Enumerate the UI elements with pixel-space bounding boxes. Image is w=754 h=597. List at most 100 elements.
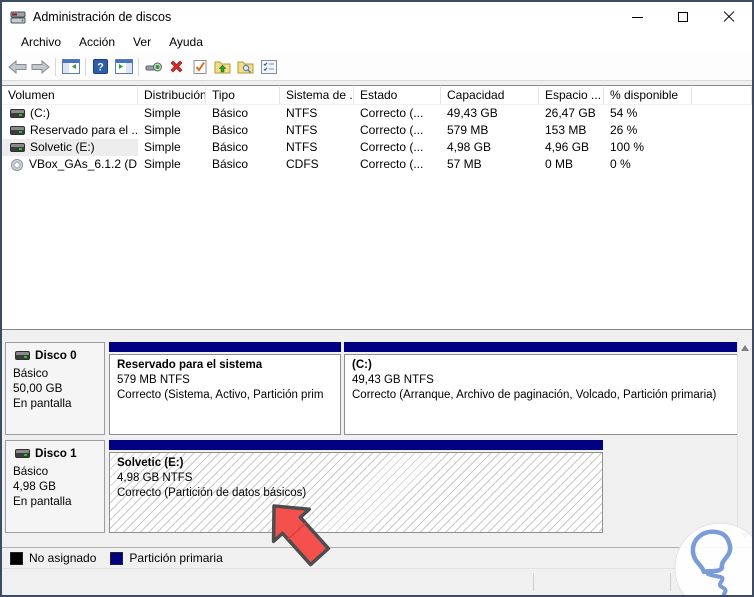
legend-swatch [110,551,124,565]
column-header[interactable]: Volumen [2,86,138,104]
close-button[interactable] [706,2,752,32]
volume-cell: 579 MB [447,123,489,137]
toolbar: ? [2,53,752,81]
volume-list-pane: Volumen Distribución Tipo Sistema de ... Est… [2,85,752,330]
volume-row[interactable]: Reservado para el ... Simple Básico NTFS Cor… [2,122,752,139]
partition-status: Correcto (Arranque, Archivo de paginació… [352,389,717,401]
volume-cell: 4,96 GB [545,140,590,154]
volume-cell: Correcto (... [360,140,424,154]
column-header[interactable]: Distribución [138,86,206,104]
partition-box[interactable]: Solvetic (E:) 4,98 GB NTFS Correcto (Parti… [109,452,603,533]
partition[interactable]: Reservado para el sistema 579 MB NTFS Corr… [109,342,341,435]
column-header[interactable]: Tipo [206,86,280,104]
partition-box[interactable]: (C:) 49,43 GB NTFS Correcto (Arranque, Arc… [344,354,739,435]
column-header[interactable]: % disponible [604,86,692,104]
column-header[interactable]: Sistema de ... [280,86,354,104]
hard-disk-icon [10,109,25,118]
checklist-icon [260,59,277,74]
hard-disk-icon [10,143,25,152]
menu-item-ver[interactable]: Ver [124,33,160,52]
show-console-tree-button[interactable] [59,56,82,78]
open-folder-button[interactable] [211,56,234,78]
volume-cell: NTFS [286,106,318,120]
legend-label: Partición primaria [129,551,223,565]
disk-band: Solvetic (E:) 4,98 GB NTFS Correcto (Parti… [109,440,606,533]
toolbar-separator [55,57,56,76]
status-bar [2,568,752,595]
toolbar-separator [138,57,139,76]
forward-button[interactable] [29,56,52,78]
disk-management-window: Administración de discos Archivo Acción Ve… [0,0,754,597]
partition-status: Correcto (Partición de datos básicos) [117,487,307,499]
view-options-button[interactable] [257,56,280,78]
legend-label: No asignado [29,551,97,565]
volume-cell: Simple [144,157,181,171]
scan-disks-button[interactable] [142,56,165,78]
folder-search-icon [237,61,254,74]
partition-title: Solvetic (E:) [117,457,184,469]
hard-disk-icon [15,449,30,458]
disk-row: Disco 0 Básico 50,00 GB En pantalla Reservad… [5,342,739,435]
partition-size: 579 MB NTFS [117,374,190,386]
folder-up-icon [214,61,231,74]
show-action-pane-button[interactable] [112,56,135,78]
hard-disk-icon [15,351,30,360]
volume-row[interactable]: (C:) Simple Básico NTFS Correcto (... 49,43 G… [2,105,752,122]
volume-cell: CDFS [286,157,319,171]
volume-name-cell: Reservado para el ... [2,122,138,139]
statusbar-divider [533,573,534,591]
statusbar-divider [670,573,671,591]
explore-folder-button[interactable] [234,56,257,78]
hard-disk-icon [10,126,25,135]
volume-cell: Correcto (... [360,106,424,120]
minimize-button[interactable] [614,2,660,32]
scroll-down-icon[interactable] [741,533,749,539]
cd-drive-icon [11,158,23,171]
volume-cell: 4,98 GB [447,140,492,154]
column-header[interactable]: Capacidad [441,86,539,104]
menu-item-archivo[interactable]: Archivo [12,33,70,52]
close-icon [723,11,735,23]
menu-item-ayuda[interactable]: Ayuda [160,33,212,52]
partition[interactable]: Solvetic (E:) 4,98 GB NTFS Correcto (Parti… [109,440,603,533]
volume-row[interactable]: VBox_GAs_6.1.2 (D:) Simple Básico CDFS Corre… [2,156,752,173]
back-button[interactable] [6,56,29,78]
maximize-button[interactable] [660,2,706,32]
partition-title: (C:) [352,359,372,371]
disk-row: Disco 1 Básico 4,98 GB En pantalla Solvetic … [5,440,734,533]
volume-cell: Básico [212,157,249,171]
legend-bar: No asignado Partición primaria [2,547,752,568]
volume-cell: 57 MB [447,157,482,171]
disk-graph-pane: Disco 0 Básico 50,00 GB En pantalla Reservad… [2,337,752,547]
volume-list-header: Volumen Distribución Tipo Sistema de ... Est… [2,86,752,105]
volume-cell: 0 MB [545,157,574,171]
volume-row[interactable]: Solvetic (E:) Simple Básico NTFS Correcto (.… [2,139,752,156]
maximize-icon [678,12,688,22]
help-button[interactable]: ? [89,56,112,78]
disk-header[interactable]: Disco 1 Básico 4,98 GB En pantalla [5,440,105,533]
volume-cell: 54 % [610,106,638,120]
disk-size: 50,00 GB [13,382,63,395]
partition-status: Correcto (Sistema, Activo, Partición pri… [117,389,324,401]
disk-header[interactable]: Disco 0 Básico 50,00 GB En pantalla [5,342,105,435]
scroll-up-icon[interactable] [741,345,749,351]
pane-splitter[interactable] [2,330,752,337]
column-header[interactable]: Estado [354,86,441,104]
graph-scrollbar[interactable] [737,337,752,547]
scan-icon [145,62,162,71]
disk-status: En pantalla [13,495,72,508]
menu-item-accin[interactable]: Acción [70,33,124,52]
partition[interactable]: (C:) 49,43 GB NTFS Correcto (Arranque, Arc… [344,342,739,435]
console-tree-icon [61,59,80,74]
volume-name-cell: (C:) [2,105,138,122]
volume-cell: Simple [144,140,181,154]
volume-cell: Correcto (... [360,123,424,137]
partition-box[interactable]: Reservado para el sistema 579 MB NTFS Corr… [109,354,341,435]
volume-cell: Básico [212,106,249,120]
mark-partition-button[interactable] [188,56,211,78]
column-header[interactable]: Espacio ... [539,86,604,104]
volume-cell: Correcto (... [360,157,424,171]
volume-cell: 26,47 GB [545,106,596,120]
volume-cell: Básico [212,140,249,154]
delete-volume-button[interactable] [165,56,188,78]
